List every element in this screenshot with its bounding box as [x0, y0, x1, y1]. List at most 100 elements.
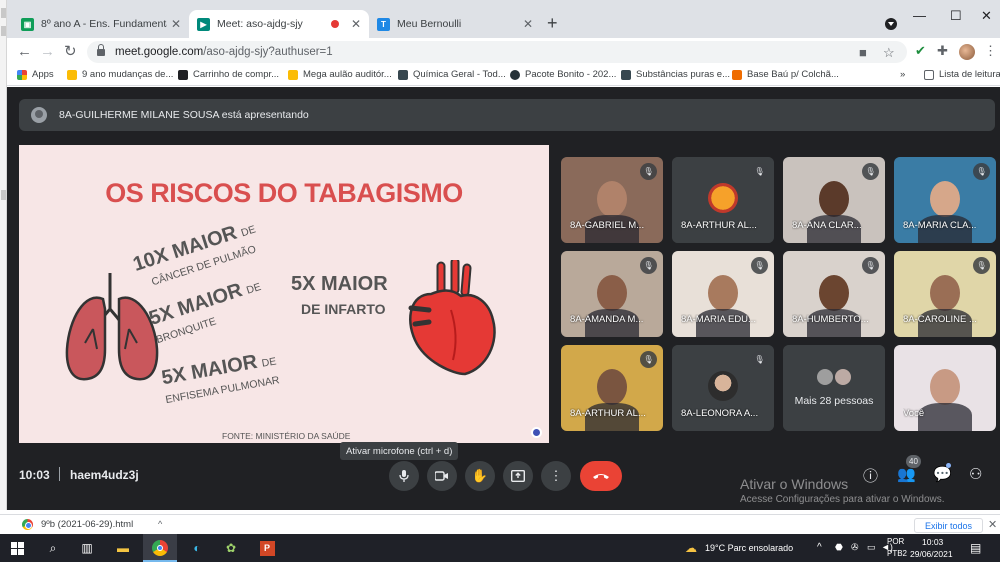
tab-label: Meet: aso-ajdg-sjy: [217, 18, 303, 30]
participant-name: 8A-CAROLINE ...: [903, 314, 977, 325]
present-now-button[interactable]: [503, 461, 533, 491]
windows-start-icon[interactable]: [8, 539, 26, 557]
maximize-button[interactable]: ☐: [950, 8, 962, 24]
tray-icon[interactable]: ✇: [851, 542, 859, 553]
tab-classroom[interactable]: ▣ 8º ano A - Ens. Fundamental Colé ✕: [13, 10, 189, 38]
reading-list-button[interactable]: Lista de leitura: [924, 69, 1000, 80]
reload-icon[interactable]: ↻: [64, 43, 77, 61]
close-download-bar-icon[interactable]: ✕: [988, 518, 997, 531]
show-all-downloads-button[interactable]: Exibir todos: [914, 518, 984, 533]
close-window-button[interactable]: ✕: [981, 8, 992, 24]
app-icon[interactable]: ✿: [222, 539, 240, 557]
bookmark-item[interactable]: Substâncias puras e...: [621, 69, 730, 80]
minimize-button[interactable]: —: [913, 8, 926, 23]
edge-icon[interactable]: ◐: [188, 539, 206, 557]
participant-face: [930, 369, 960, 405]
browser-window: ▣ 8º ano A - Ens. Fundamental Colé ✕ ▶ M…: [7, 0, 1000, 510]
forward-icon[interactable]: →: [40, 43, 55, 61]
back-icon[interactable]: ←: [17, 43, 32, 61]
url-path: /aso-ajdg-sjy?authuser=1: [203, 46, 333, 58]
meeting-details-icon[interactable]: ⓘ: [863, 465, 878, 486]
activities-icon[interactable]: ⚇: [969, 465, 982, 483]
task-view-icon[interactable]: ▥: [78, 539, 96, 557]
participant-face: [708, 275, 738, 311]
more-options-button[interactable]: ⋮: [541, 461, 571, 491]
participant-name: 8A-MARIA CLA...: [903, 220, 977, 231]
profile-avatar[interactable]: [959, 44, 975, 60]
bookmark-item[interactable]: Carrinho de compr...: [178, 69, 279, 80]
close-tab-icon[interactable]: ✕: [351, 17, 361, 31]
participant-tile[interactable]: 8A-ANA CLAR... 🎙: [783, 157, 885, 243]
mic-off-icon: 🎙: [973, 163, 990, 180]
divider: [59, 467, 60, 481]
stat-infarto-value: 5X MAIOR: [291, 273, 388, 295]
notification-icon[interactable]: ▤: [970, 541, 981, 555]
participant-tile[interactable]: 8A-ARTHUR AL... 🎙: [672, 157, 774, 243]
tab-search-icon[interactable]: [885, 18, 897, 30]
bookmark-item[interactable]: Pacote Bonito - 202...: [510, 69, 616, 80]
camera-icon: [435, 471, 448, 481]
self-view-tile[interactable]: Você: [894, 345, 996, 431]
participant-tile[interactable]: 8A-AMANDA M... 🎙: [561, 251, 663, 337]
participant-tile[interactable]: 8A-CAROLINE ... 🎙: [894, 251, 996, 337]
new-tab-button[interactable]: +: [547, 14, 558, 32]
leave-call-button[interactable]: [580, 461, 622, 491]
powerpoint-icon[interactable]: P: [258, 539, 276, 557]
participant-face: [819, 275, 849, 311]
network-icon[interactable]: ▭: [867, 542, 876, 553]
weather-text[interactable]: 19°C Parc ensolarado: [705, 543, 793, 553]
file-explorer-icon[interactable]: ▬: [114, 539, 132, 557]
weather-icon[interactable]: ☁: [682, 539, 700, 557]
bookmark-item[interactable]: Base Baú p/ Colchã...: [732, 69, 839, 80]
presenter-banner: 8A-GUILHERME MILANE SOUSA está apresenta…: [19, 99, 995, 131]
extension-check-icon[interactable]: ✔: [915, 42, 926, 60]
bookmark-item[interactable]: 9 ano mudanças de...: [67, 69, 173, 80]
chrome-icon[interactable]: [151, 539, 169, 557]
mic-tooltip: Ativar microfone (ctrl + d): [340, 442, 459, 460]
participant-face: [930, 181, 960, 217]
clock-time[interactable]: 10:03: [922, 537, 943, 547]
tab-bernoulli[interactable]: T Meu Bernoulli ✕: [369, 10, 541, 38]
stat-infarto-label: DE INFARTO: [301, 301, 386, 317]
participant-tile[interactable]: 8A-ARTHUR AL... 🎙: [561, 345, 663, 431]
participant-tile[interactable]: 8A-MARIA CLA... 🎙: [894, 157, 996, 243]
extensions-icon[interactable]: ✚: [937, 42, 948, 60]
bookmark-item[interactable]: Mega aulão auditór...: [288, 69, 392, 80]
bookmark-star-icon[interactable]: ☆: [883, 45, 895, 61]
site-icon: [732, 69, 742, 80]
bookmark-item[interactable]: Química Geral - Tod...: [398, 69, 506, 80]
participant-tile[interactable]: 8A-HUMBERTO... 🎙: [783, 251, 885, 337]
language-secondary[interactable]: PTB2: [887, 549, 907, 558]
hand-icon: ✋: [471, 468, 489, 483]
raise-hand-button[interactable]: ✋: [465, 461, 495, 491]
stat-cancer-de: DE: [239, 223, 258, 240]
participant-name: 8A-AMANDA M...: [570, 314, 644, 325]
download-item[interactable]: 9ºb (2021-06-29).html: [22, 519, 133, 530]
clock-date[interactable]: 29/06/2021: [910, 549, 953, 559]
tab-meet[interactable]: ▶ Meet: aso-ajdg-sjy ✕: [189, 10, 369, 38]
search-icon[interactable]: ⌕: [44, 539, 62, 557]
tray-chevron-icon[interactable]: ^: [817, 542, 822, 553]
recording-indicator-icon: [330, 20, 339, 28]
chevron-up-icon[interactable]: ^: [158, 519, 162, 529]
bookmark-apps[interactable]: Apps: [17, 69, 54, 80]
participant-tile[interactable]: 8A-MARIA EDU... 🎙: [672, 251, 774, 337]
presenter-avatar: [31, 107, 47, 123]
address-bar[interactable]: meet.google.com/aso-ajdg-sjy?authuser=1 …: [87, 41, 907, 63]
menu-icon[interactable]: ⋮: [984, 42, 997, 60]
participant-avatar: [708, 183, 738, 213]
bookmarks-overflow-button[interactable]: »: [900, 69, 905, 80]
amazon-icon: [178, 69, 188, 80]
microphone-button[interactable]: [389, 461, 419, 491]
camera-button[interactable]: [427, 461, 457, 491]
close-tab-icon[interactable]: ✕: [523, 17, 533, 31]
language-primary[interactable]: POR: [887, 537, 904, 546]
lock-icon: [97, 43, 105, 56]
more-participants-tile[interactable]: Mais 28 pessoas: [783, 345, 885, 431]
participant-tile[interactable]: 8A-LEONORA A... 🎙: [672, 345, 774, 431]
camera-indicator-icon[interactable]: ■: [859, 45, 867, 60]
close-tab-icon[interactable]: ✕: [171, 17, 181, 31]
windows-taskbar: ⌕ ▥ ▬ ◐ ✿ P ☁ 19°C Parc ensolarado ^ ⬣ ✇…: [0, 534, 1000, 562]
participant-tile[interactable]: 8A-GABRIEL M... 🎙: [561, 157, 663, 243]
tray-icon[interactable]: ⬣: [835, 542, 843, 553]
